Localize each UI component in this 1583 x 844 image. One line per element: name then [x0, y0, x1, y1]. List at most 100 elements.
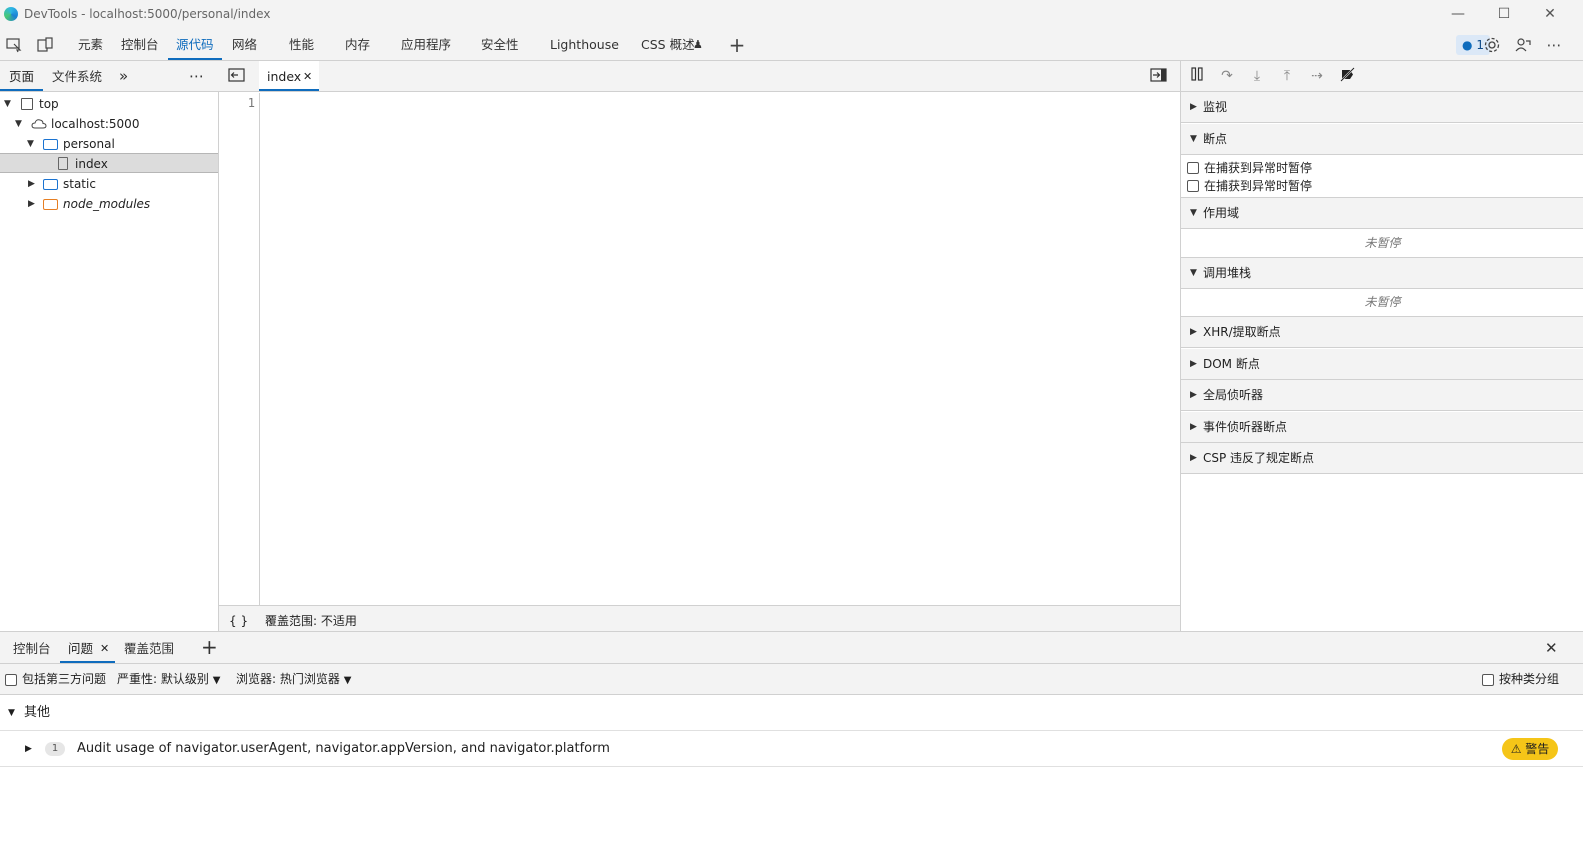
settings-gear-icon[interactable] [1483, 36, 1501, 54]
browser-dropdown[interactable]: 浏览器: 热门浏览器 ▼ [236, 664, 351, 696]
drawer-panel: 控制台 问题 ✕ 覆盖范围 + ✕ 包括第三方问题 严重性: 默认级别 ▼ 浏览… [0, 631, 1583, 844]
section-csp-breakpoints[interactable]: ▶ CSP 违反了规定断点 [1181, 443, 1583, 474]
expand-triangle-icon: ▼ [4, 99, 11, 109]
deactivate-breakpoints-icon[interactable] [1338, 67, 1356, 85]
severity-label: 严重性: 默认级别 [117, 672, 209, 686]
section-title: 作用域 [1203, 206, 1240, 220]
more-tabs-icon[interactable]: » [119, 61, 128, 91]
tree-label: personal [63, 137, 115, 151]
expand-triangle-icon: ▼ [1190, 134, 1197, 144]
breakpoints-body: 在捕获到异常时暂停 在捕获到异常时暂停 [1181, 155, 1583, 198]
title-bar: DevTools - localhost:5000/personal/index… [0, 0, 1583, 28]
inspect-element-icon[interactable] [5, 36, 23, 54]
step-over-icon[interactable]: ↷ [1218, 67, 1236, 85]
section-event-listener-breakpoints[interactable]: ▶ 事件侦听器断点 [1181, 412, 1583, 443]
tab-security[interactable]: 安全性 [481, 28, 519, 60]
tab-memory[interactable]: 内存 [345, 28, 370, 60]
tree-item-personal[interactable]: ▼ personal [0, 134, 218, 154]
message-icon: ● [1462, 38, 1473, 52]
severity-dropdown[interactable]: 严重性: 默认级别 ▼ [117, 664, 220, 696]
tree-item-index[interactable]: index [0, 153, 218, 173]
file-navigator: 页面 文件系统 » ⋯ ▼ top ▼ localhost:5000 ▼ per… [0, 61, 219, 631]
folder-icon [43, 179, 58, 190]
toggle-navigator-icon[interactable] [228, 68, 245, 85]
drawer-tab-issues[interactable]: 问题 ✕ [60, 632, 115, 663]
step-into-icon[interactable]: ⤓ [1248, 67, 1266, 85]
issue-group-other[interactable]: ▼ 其他 [0, 695, 1583, 731]
add-tab-icon[interactable]: + [728, 35, 746, 55]
step-out-icon[interactable]: ⤒ [1278, 67, 1296, 85]
tab-console[interactable]: 控制台 [121, 28, 159, 60]
section-title: 断点 [1203, 132, 1228, 146]
more-options-icon[interactable]: ⋯ [1545, 36, 1563, 54]
pause-caught-exception-label: 在捕获到异常时暂停 [1204, 161, 1313, 175]
section-scope[interactable]: ▼ 作用域 [1181, 198, 1583, 229]
collapse-triangle-icon: ▶ [1190, 453, 1197, 463]
folder-icon [43, 139, 58, 150]
close-tab-icon[interactable]: ✕ [303, 61, 312, 92]
tree-label: static [63, 177, 96, 191]
close-window-button[interactable]: ✕ [1527, 0, 1573, 28]
tab-application[interactable]: 应用程序 [401, 28, 451, 60]
issue-group-title: 其他 [24, 705, 51, 720]
tree-item-top[interactable]: ▼ top [0, 94, 218, 114]
section-title: 调用堆栈 [1203, 266, 1252, 280]
dropdown-arrow-icon: ▼ [343, 675, 352, 686]
line-number: 1 [247, 96, 255, 110]
collapse-triangle-icon: ▶ [28, 199, 35, 209]
editor-status-bar: { } 覆盖范围: 不适用 [219, 605, 1180, 631]
collapse-triangle-icon: ▶ [28, 179, 35, 189]
section-global-listeners[interactable]: ▶ 全局侦听器 [1181, 380, 1583, 411]
close-tab-icon[interactable]: ✕ [100, 632, 109, 665]
line-number-gutter: 1 [219, 93, 260, 605]
add-drawer-tab-icon[interactable]: + [201, 632, 218, 663]
debugger-toolbar: ↷ ⤓ ⤒ ⇢ [1181, 61, 1583, 92]
issue-row[interactable]: ▶ 1 Audit usage of navigator.userAgent, … [0, 731, 1583, 767]
section-dom-breakpoints[interactable]: ▶ DOM 断点 [1181, 349, 1583, 380]
section-xhr-breakpoints[interactable]: ▶ XHR/提取断点 [1181, 317, 1583, 348]
tab-performance[interactable]: 性能 [289, 28, 314, 60]
editor-tab-index[interactable]: index ✕ [259, 61, 319, 91]
collapse-triangle-icon: ▶ [1190, 422, 1197, 432]
maximize-button[interactable]: ☐ [1481, 0, 1527, 28]
tab-css-overview[interactable]: CSS 概述 [641, 28, 695, 60]
section-title: DOM 断点 [1203, 357, 1260, 371]
expand-triangle-icon: ▼ [1190, 208, 1197, 218]
tab-page[interactable]: 页面 [0, 61, 44, 91]
tree-item-node-modules[interactable]: ▶ node_modules [0, 194, 218, 214]
close-drawer-icon[interactable]: ✕ [1545, 632, 1558, 663]
pause-caught-exception-checkbox[interactable] [1187, 162, 1199, 174]
tab-elements[interactable]: 元素 [78, 28, 103, 60]
section-call-stack[interactable]: ▼ 调用堆栈 [1181, 258, 1583, 289]
source-editor: index ✕ 1 { } 覆盖范围: 不适用 [219, 61, 1180, 631]
drawer-tab-coverage[interactable]: 覆盖范围 [124, 632, 174, 663]
section-breakpoints[interactable]: ▼ 断点 [1181, 124, 1583, 155]
drawer-tab-console[interactable]: 控制台 [13, 632, 51, 663]
group-by-kind-checkbox[interactable] [1482, 674, 1494, 686]
collapse-triangle-icon: ▶ [1190, 102, 1197, 112]
tree-label: top [39, 97, 59, 111]
device-emulation-icon[interactable] [36, 36, 54, 54]
pause-icon[interactable] [1188, 67, 1206, 85]
tree-label: index [75, 157, 108, 171]
navigator-tabs: 页面 文件系统 » ⋯ [0, 61, 219, 92]
drawer-tabs: 控制台 问题 ✕ 覆盖范围 + ✕ [0, 632, 1583, 664]
tab-sources[interactable]: 源代码 [168, 28, 222, 60]
tab-lighthouse[interactable]: Lighthouse [550, 28, 619, 60]
section-title: 全局侦听器 [1203, 388, 1264, 402]
section-watch[interactable]: ▶ 监视 [1181, 92, 1583, 123]
step-icon[interactable]: ⇢ [1308, 67, 1326, 85]
include-third-party-checkbox[interactable] [5, 674, 17, 686]
tab-filesystem[interactable]: 文件系统 [52, 61, 102, 91]
navigator-menu-icon[interactable]: ⋯ [189, 61, 204, 91]
tree-item-static[interactable]: ▶ static [0, 174, 218, 194]
tree-item-localhost[interactable]: ▼ localhost:5000 [0, 114, 218, 134]
feedback-user-icon[interactable] [1514, 36, 1532, 54]
issue-count: 1 [45, 742, 65, 756]
minimize-button[interactable]: — [1435, 0, 1481, 28]
tab-network[interactable]: 网络 [232, 28, 257, 60]
window-title: DevTools - localhost:5000/personal/index [24, 7, 271, 21]
pause-caught-exception-checkbox-2[interactable] [1187, 180, 1199, 192]
toggle-debugger-icon[interactable] [1150, 68, 1167, 85]
collapse-triangle-icon: ▶ [1190, 390, 1197, 400]
